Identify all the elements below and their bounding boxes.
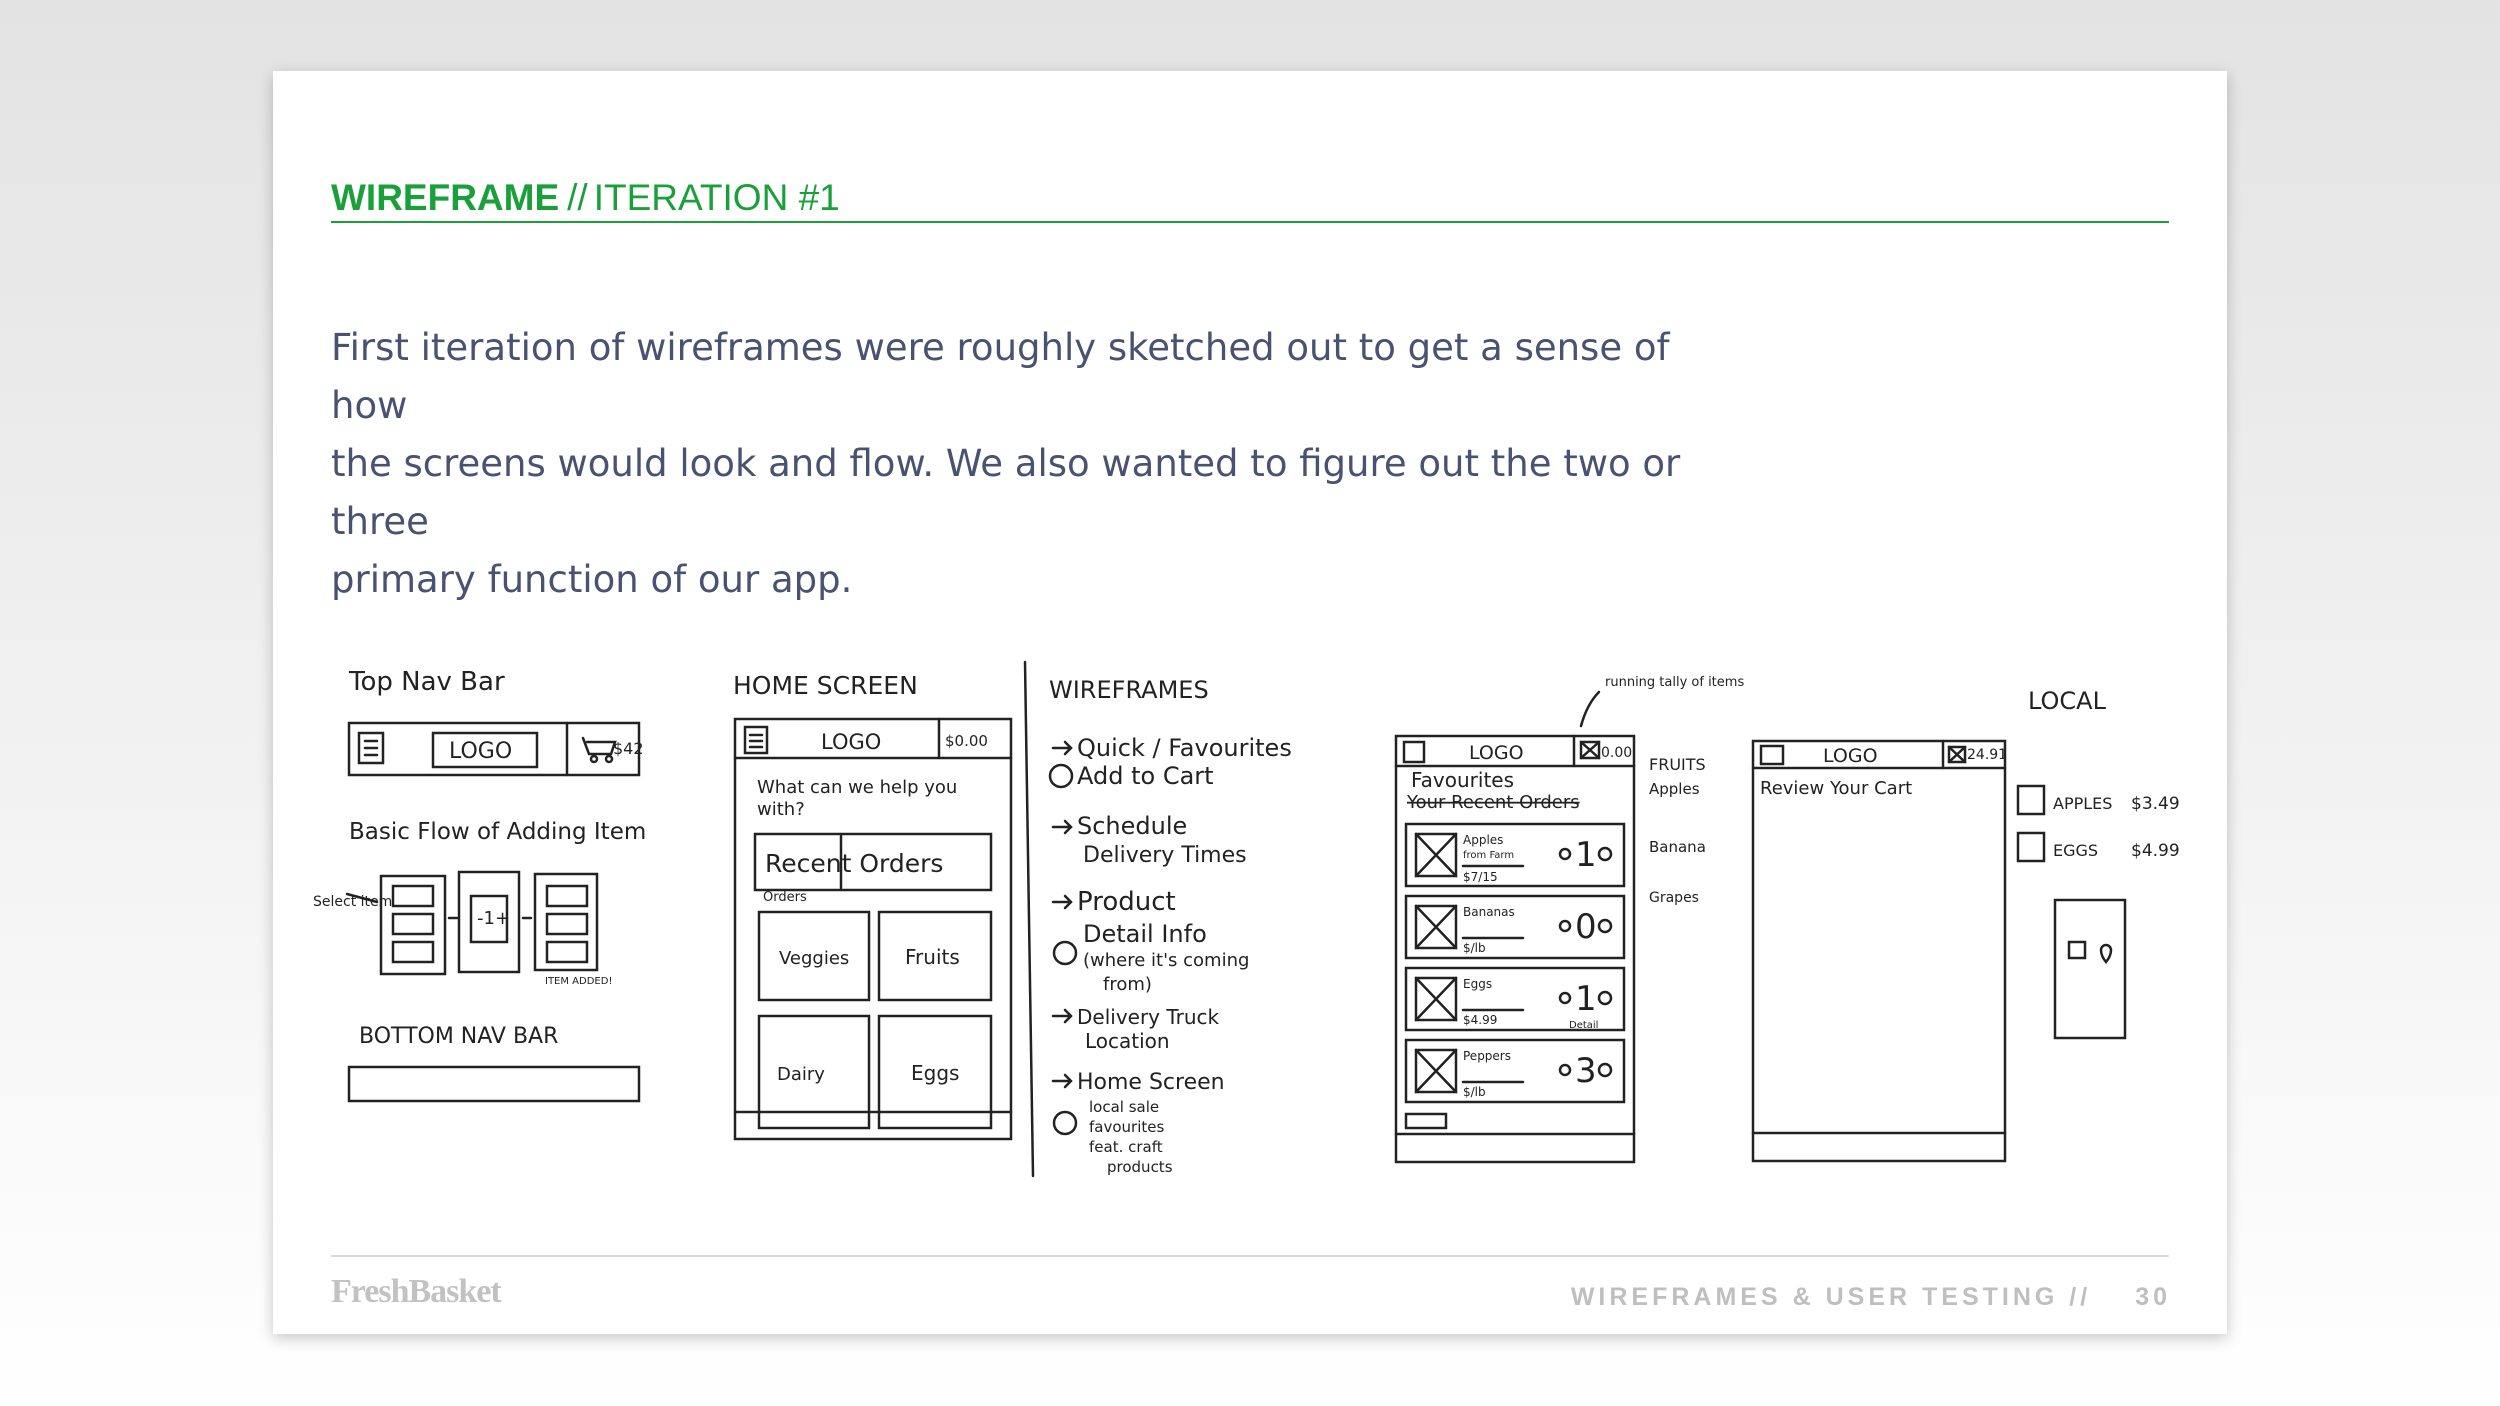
- sketch2-category: Dairy: [777, 1064, 825, 1085]
- note-line: products: [1107, 1158, 1173, 1176]
- sketch3-item-qty: 3: [1575, 1051, 1597, 1091]
- sketch5-item: EGGS: [2053, 841, 2098, 860]
- slide-header: WIREFRAME//ITERATION #1: [331, 179, 840, 216]
- sketch5-title: LOCAL: [2028, 687, 2107, 715]
- sketch2-logo: LOGO: [821, 730, 881, 754]
- footer-section: WIREFRAMES & USER TESTING // 30: [1571, 1283, 2171, 1312]
- sketch3-cart-value: 0.00: [1601, 745, 1632, 761]
- note-line: Delivery Times: [1083, 843, 1247, 868]
- sketch1-item-added: ITEM ADDED!: [545, 976, 612, 987]
- sketch3-favourites: Favourites: [1411, 768, 1514, 792]
- sketch3-item-name: Eggs: [1463, 977, 1492, 991]
- sketch3-item-qty: 1: [1575, 835, 1597, 875]
- note-line: (where it's coming: [1083, 950, 1249, 971]
- note-line: Delivery Truck: [1077, 1005, 1220, 1029]
- sketch3-item-name: Peppers: [1463, 1049, 1511, 1063]
- intro-line: First iteration of wireframes were rough…: [331, 326, 1670, 427]
- intro-line: the screens would look and flow. We also…: [331, 442, 1681, 543]
- sketch3-item-price: $/lb: [1463, 941, 1486, 955]
- header-wireframe: WIREFRAME: [331, 177, 560, 218]
- sketch3-recent-orders: Your Recent Orders: [1406, 792, 1580, 813]
- intro-paragraph: First iteration of wireframes were rough…: [331, 319, 1731, 609]
- note-line: local sale: [1089, 1098, 1159, 1116]
- sketch3-item-price: $7/15: [1463, 870, 1498, 884]
- note-line: favourites: [1089, 1118, 1164, 1136]
- header-separator: //: [567, 177, 588, 218]
- sketch1-select-label: Select item: [313, 894, 392, 910]
- page-number: 30: [2135, 1283, 2171, 1311]
- sketch2-cart-value: $0.00: [945, 732, 988, 750]
- sketch3-item-qty: 0: [1575, 907, 1597, 947]
- note-line: Home Screen: [1077, 1070, 1225, 1095]
- sketch4-cart-value: 24.91: [1967, 747, 2007, 763]
- notes-title: WIREFRAMES: [1049, 676, 1209, 704]
- sketch2-recent-orders: Recent Orders: [765, 849, 943, 878]
- sketch3-running-tally: running tally of items: [1605, 675, 1744, 690]
- footer-section-label: WIREFRAMES & USER TESTING //: [1570, 1283, 2092, 1311]
- sketch2-prompt-line: with?: [757, 799, 805, 820]
- sketch5-price: $4.99: [2131, 841, 2180, 861]
- note-line: Schedule: [1077, 812, 1187, 840]
- note-line: Quick / Favourites: [1077, 734, 1292, 762]
- sketch3-item-sub: from Farm: [1463, 850, 1514, 861]
- sketch3-item-name: Bananas: [1463, 905, 1515, 919]
- sketch3-side-item: Banana: [1649, 838, 1706, 856]
- sketch1-bottom-nav: BOTTOM NAV BAR: [359, 1024, 558, 1049]
- header-divider: [331, 221, 2169, 223]
- sketch3-item-price: $4.99: [1463, 1013, 1497, 1027]
- note-line: Location: [1085, 1029, 1170, 1053]
- sketch1-title: Top Nav Bar: [348, 667, 505, 697]
- sketch2-title: HOME SCREEN: [733, 671, 918, 700]
- note-line: from): [1103, 974, 1152, 995]
- note-line: feat. craft: [1089, 1138, 1163, 1156]
- sketch3-side-item: Grapes: [1649, 890, 1699, 906]
- sketch3-side-item: Apples: [1649, 780, 1700, 798]
- sketch3-detail-label: Detail: [1569, 1020, 1598, 1031]
- sketch1-flow-title: Basic Flow of Adding Item: [349, 819, 646, 845]
- note-line: Product: [1077, 887, 1176, 917]
- sketch2-category: Fruits: [905, 945, 960, 969]
- sketch4-logo: LOGO: [1823, 745, 1878, 767]
- sketch3-side-heading: FRUITS: [1649, 755, 1706, 774]
- sketch3-logo: LOGO: [1469, 742, 1524, 764]
- sketch1-cart-value: $42: [613, 739, 644, 758]
- wireframe-sketch: Top Nav Bar LOGO $42 Basic Flow of Addin…: [313, 660, 2180, 1178]
- sketch5-price: $3.49: [2131, 794, 2180, 814]
- sketch2-prompt-line: What can we help you: [757, 777, 957, 798]
- sketch1-logo: LOGO: [449, 739, 512, 764]
- slide: WIREFRAME//ITERATION #1 First iteration …: [273, 71, 2227, 1334]
- sketch3-item-price: $/lb: [1463, 1085, 1486, 1099]
- sketch3-item-qty: 1: [1575, 979, 1597, 1019]
- sketch3-item-name: Apples: [1463, 833, 1503, 847]
- sketch2-category: Veggies: [779, 948, 849, 969]
- footer-divider: [331, 1255, 2169, 1257]
- sketch2-orders-small: Orders: [763, 890, 807, 905]
- note-line: Add to Cart: [1077, 762, 1214, 790]
- sketch1-stepper: -1+: [477, 908, 510, 929]
- sketch5-item: APPLES: [2053, 794, 2112, 813]
- note-line: Detail Info: [1083, 920, 1207, 948]
- sketch4-review-cart: Review Your Cart: [1760, 778, 1912, 799]
- header-iteration: ITERATION #1: [593, 177, 840, 218]
- sketch2-category: Eggs: [911, 1061, 959, 1085]
- brand-logo: FreshBasket: [331, 1273, 502, 1310]
